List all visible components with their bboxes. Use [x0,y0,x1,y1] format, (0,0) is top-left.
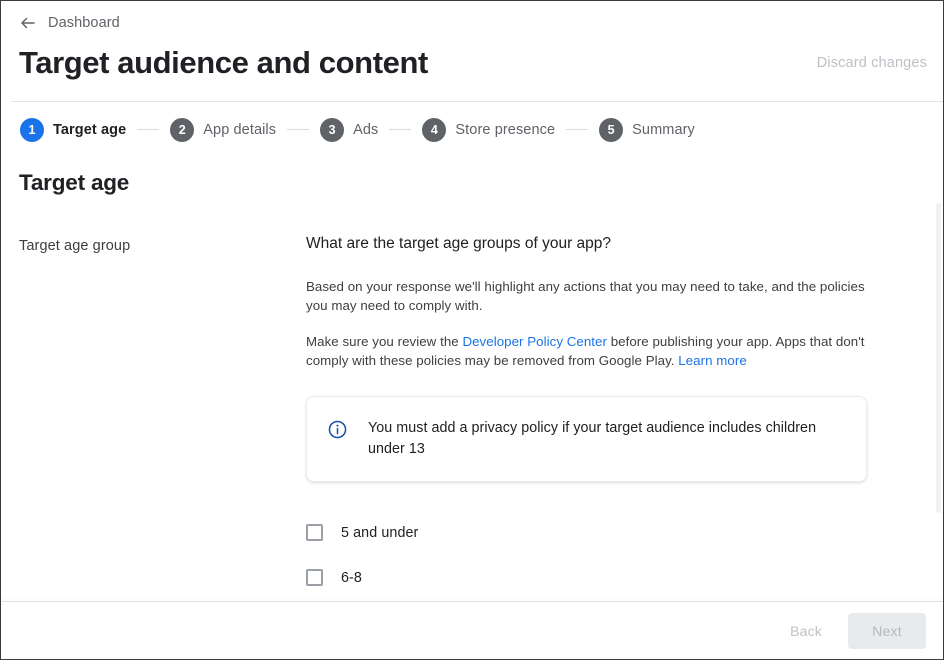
step-label-1: Target age [53,121,127,138]
step-connector-4 [566,129,589,130]
description-paragraph-2: Make sure you review the Developer Polic… [306,332,884,370]
field-label-target-age-group: Target age group [19,238,131,254]
page-title: Target audience and content [19,45,428,80]
arrow-left-icon [19,14,37,32]
title-row: Target audience and content Discard chan… [1,39,943,89]
step-badge-2: 2 [170,117,195,142]
step-badge-1: 1 [20,117,44,142]
breadcrumb[interactable]: Dashboard [19,13,120,33]
scrollbar-track[interactable] [936,102,942,601]
wizard-stepper: 1 Target age 2 App details 3 Ads 4 Store… [20,116,695,143]
checkbox-label-5-and-under: 5 and under [341,524,419,541]
form-content-column: What are the target age groups of your a… [306,233,886,645]
discard-changes-button[interactable]: Discard changes [817,52,927,74]
wizard-footer: Back Next [1,602,943,659]
scrollbar-thumb[interactable] [936,203,941,513]
stepper-step-summary[interactable]: 5 Summary [599,117,695,142]
info-circle-icon [327,419,348,440]
stepper-step-store-presence[interactable]: 4 Store presence [422,117,556,142]
stepper-step-ads[interactable]: 3 Ads [320,117,379,142]
developer-policy-center-link[interactable]: Developer Policy Center [462,334,607,349]
description-paragraph-1: Based on your response we'll highlight a… [306,279,865,313]
next-button[interactable]: Next [848,612,926,649]
checkbox-row-5-and-under[interactable]: 5 and under [306,510,886,555]
step-label-4: Store presence [455,121,556,138]
step-badge-4: 4 [422,117,447,142]
question-text: What are the target age groups of your a… [306,235,612,252]
step-label-2: App details [203,121,277,138]
checkbox-5-and-under[interactable] [306,524,323,541]
step-label-3: Ads [353,121,379,138]
info-card-text: You must add a privacy policy if your ta… [368,420,817,457]
checkbox-6-8[interactable] [306,569,323,586]
step-connector-2 [287,129,310,130]
breadcrumb-label: Dashboard [48,15,120,31]
step-badge-3: 3 [320,117,345,142]
policy-text-before: Make sure you review the [306,334,463,349]
privacy-policy-info-card: You must add a privacy policy if your ta… [306,396,867,482]
app-window: Dashboard Target audience and content Di… [0,0,944,660]
stepper-step-target-age[interactable]: 1 Target age [20,117,127,142]
step-connector-3 [389,129,412,130]
section-title: Target age [19,170,130,195]
learn-more-link[interactable]: Learn more [678,353,747,368]
form-label-column: Target age group [19,236,284,256]
step-connector-1 [137,129,160,130]
back-button[interactable]: Back [776,613,836,649]
checkbox-row-6-8[interactable]: 6-8 [306,555,886,600]
checkbox-label-6-8: 6-8 [341,569,362,586]
header-divider [11,101,943,102]
stepper-step-app-details[interactable]: 2 App details [170,117,277,142]
step-badge-5: 5 [599,117,624,142]
step-label-5: Summary [632,121,695,138]
